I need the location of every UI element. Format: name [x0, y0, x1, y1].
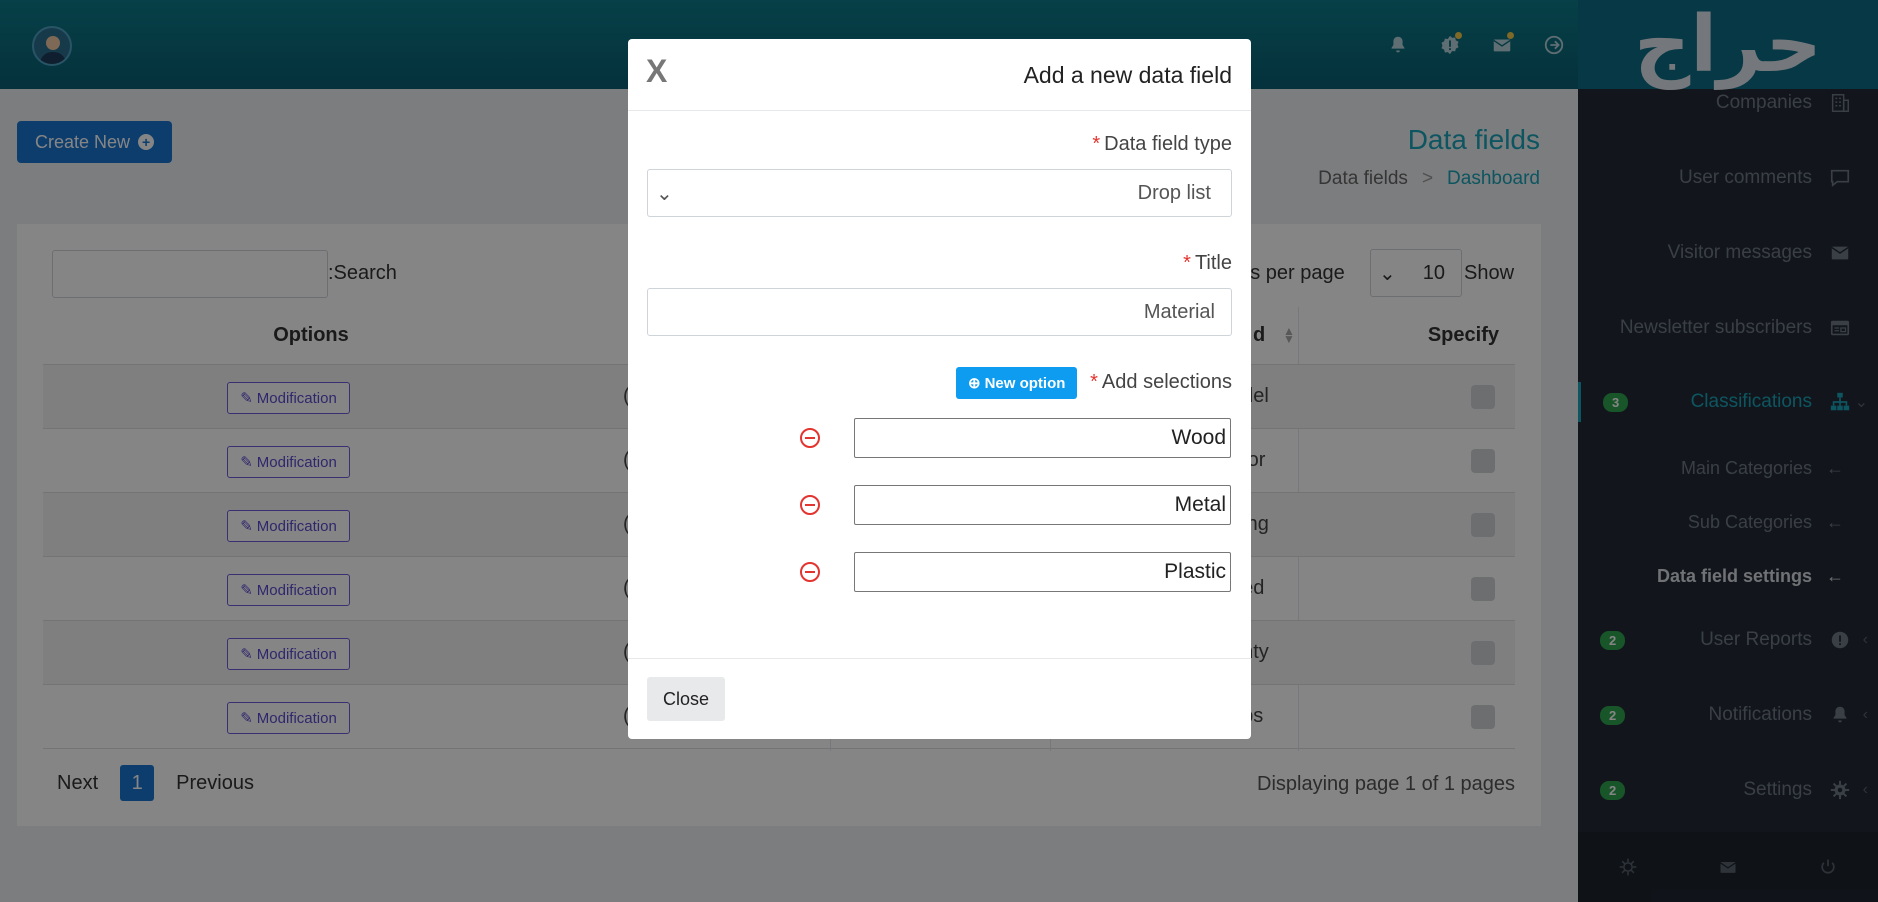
option-input-value: Plastic	[1164, 560, 1226, 583]
option-input[interactable]: Metal	[854, 485, 1231, 525]
modal-header: X Add a new data field	[628, 39, 1251, 111]
title-input-value: Material	[1143, 300, 1215, 323]
chevron-down-icon: ⌄	[656, 182, 673, 205]
add-data-field-modal: X Add a new data field * Data field type …	[628, 39, 1251, 739]
remove-circle-icon[interactable]	[799, 427, 821, 449]
title-label-text: Title	[1194, 252, 1232, 274]
data-field-type-label: * Data field type	[1092, 133, 1232, 156]
option-row: Metal	[628, 485, 1251, 525]
remove-circle-icon[interactable]	[799, 494, 821, 516]
new-option-button[interactable]: ⊕ New option	[956, 367, 1078, 399]
modal-close-x-button[interactable]: X	[646, 53, 667, 90]
data-field-type-value: Drop list	[1137, 181, 1211, 204]
option-row: Plastic	[628, 552, 1251, 592]
add-selections-label-text: Add selections	[1101, 371, 1232, 393]
required-asterisk: *	[1183, 252, 1191, 274]
plus-circle-icon: ⊕	[968, 375, 981, 392]
option-input[interactable]: Plastic	[854, 552, 1231, 592]
required-asterisk: *	[1092, 133, 1101, 155]
data-field-type-label-text: Data field type	[1104, 133, 1232, 155]
required-asterisk: *	[1090, 371, 1098, 393]
title-label: * Title	[1183, 252, 1232, 275]
option-input-value: Wood	[1171, 426, 1226, 449]
new-option-label: New option	[984, 374, 1066, 392]
option-input-value: Metal	[1174, 493, 1226, 516]
close-button[interactable]: Close	[647, 677, 725, 721]
modal-footer: Close	[628, 658, 1251, 739]
option-input[interactable]: Wood	[854, 418, 1231, 458]
data-field-type-select[interactable]: ⌄ Drop list	[647, 169, 1232, 217]
option-row: Wood	[628, 418, 1251, 458]
add-selections-label: * Add selections	[1090, 371, 1232, 394]
remove-circle-icon[interactable]	[799, 561, 821, 583]
modal-title: Add a new data field	[1023, 62, 1232, 88]
title-input[interactable]: Material	[647, 288, 1232, 336]
